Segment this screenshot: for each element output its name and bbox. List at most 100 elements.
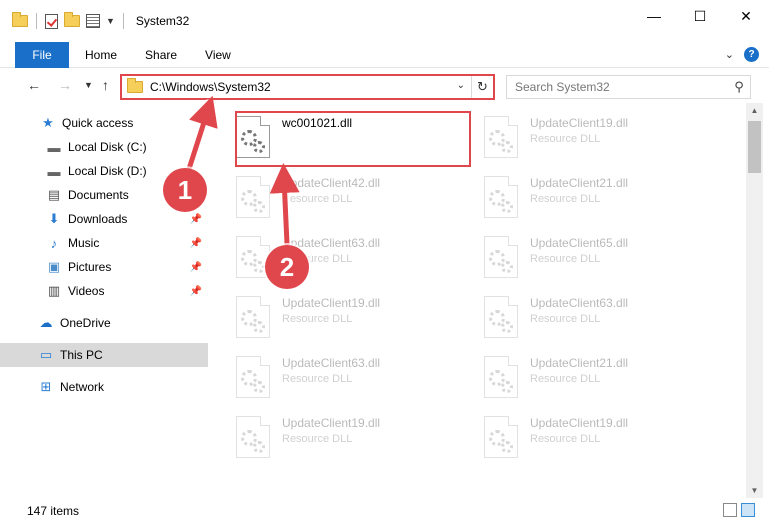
status-bar: 147 items <box>0 500 769 522</box>
file-name: UpdateClient21.dll <box>530 356 629 370</box>
scroll-thumb[interactable] <box>748 121 761 173</box>
file-item[interactable]: UpdateClient19.dll Resource DLL <box>222 292 452 342</box>
up-arrow-icon[interactable]: ↑ <box>102 77 109 93</box>
file-type: Resource DLL <box>530 313 601 325</box>
scroll-down-icon[interactable]: ▼ <box>746 483 763 498</box>
sidebar-item-network[interactable]: ⊞ Network <box>0 375 208 399</box>
pictures-icon: ▣ <box>47 259 61 274</box>
sidebar-item-label: OneDrive <box>60 316 111 330</box>
properties-check-icon[interactable] <box>45 13 58 29</box>
title-bar: ▼ System32 — ☐ ✕ <box>0 0 769 42</box>
computer-icon: ▭ <box>39 347 53 362</box>
sidebar-item-local-disk-c[interactable]: ▬ Local Disk (C:) <box>0 135 208 159</box>
large-icons-view-icon[interactable] <box>741 503 755 517</box>
sidebar-item-pictures[interactable]: ▣ Pictures 📌 <box>0 255 208 279</box>
drive-icon: ▬ <box>47 139 61 155</box>
sidebar-item-music[interactable]: ♪ Music 📌 <box>0 231 208 255</box>
vertical-scrollbar[interactable]: ▲ ▼ <box>746 103 763 498</box>
sidebar-item-label: Documents <box>68 188 129 202</box>
download-icon: ⬇ <box>48 211 60 226</box>
folder-icon[interactable] <box>12 12 28 27</box>
window-controls: — ☐ ✕ <box>631 0 769 32</box>
address-path[interactable]: C:\Windows\System32 <box>150 80 271 94</box>
tab-file[interactable]: File <box>15 41 69 68</box>
tab-home[interactable]: Home <box>71 42 131 68</box>
address-dropdown-icon[interactable]: ⌄ <box>457 80 465 91</box>
file-item[interactable]: UpdateClient63.dll Resource DLL <box>222 352 452 402</box>
maximize-button[interactable]: ☐ <box>677 0 723 32</box>
ribbon-tabs: File Home Share View ⌄ ? <box>0 41 769 68</box>
navigation-bar: ← → ▼ ↑ C:\Windows\System32 ⌄ ↻ Search S… <box>0 69 769 103</box>
dll-file-icon <box>236 176 270 218</box>
file-item[interactable]: UpdateClient21.dll Resource DLL <box>470 172 700 222</box>
folder-icon <box>127 78 143 93</box>
search-icon[interactable]: ⚲ <box>728 79 750 95</box>
close-button[interactable]: ✕ <box>723 0 769 32</box>
search-box[interactable]: Search System32 ⚲ <box>506 75 751 99</box>
pin-icon[interactable]: 📌 <box>190 262 202 273</box>
dll-file-icon <box>484 116 518 158</box>
refresh-icon[interactable]: ↻ <box>471 76 493 98</box>
star-icon: ★ <box>42 115 54 130</box>
minimize-button[interactable]: — <box>631 0 677 32</box>
sidebar-item-this-pc[interactable]: ▭ This PC <box>0 343 208 367</box>
file-type: Resource DLL <box>282 193 353 205</box>
file-item[interactable]: UpdateClient63.dll Resource DLL <box>222 232 452 282</box>
file-name: UpdateClient63.dll <box>530 296 629 310</box>
search-input[interactable]: Search System32 <box>515 80 728 94</box>
pin-icon[interactable]: 📌 <box>190 214 202 225</box>
ribbon-right-controls: ⌄ ? <box>725 47 759 62</box>
toolbar-separator <box>122 13 124 29</box>
file-type: Resource DLL <box>282 313 353 325</box>
sidebar-item-label: This PC <box>60 348 103 362</box>
dll-file-icon <box>236 296 270 338</box>
file-item[interactable]: UpdateClient65.dll Resource DLL <box>470 232 700 282</box>
details-view-icon[interactable] <box>723 503 737 517</box>
navigation-pane: ★ Quick access ▬ Local Disk (C:) ▬ Local… <box>0 108 210 498</box>
sidebar-item-label: Network <box>60 380 105 394</box>
customize-toolbar-dropdown-icon[interactable]: ▼ <box>106 16 115 26</box>
scroll-up-icon[interactable]: ▲ <box>746 103 763 118</box>
file-type: Resource DLL <box>530 193 601 205</box>
address-bar[interactable]: C:\Windows\System32 ⌄ ↻ <box>120 74 495 100</box>
expand-ribbon-icon[interactable]: ⌄ <box>725 48 734 61</box>
new-folder-icon[interactable] <box>64 12 80 27</box>
annotation-step-2-badge: 2 <box>265 245 309 289</box>
sidebar-item-label: Quick access <box>62 116 134 130</box>
properties-icon[interactable] <box>86 14 100 28</box>
file-item[interactable]: UpdateClient63.dll Resource DLL <box>470 292 700 342</box>
file-item[interactable]: UpdateClient19.dll Resource DLL <box>222 412 452 462</box>
recent-locations-chevron-icon[interactable]: ▼ <box>84 80 93 90</box>
sidebar-item-label: Videos <box>68 284 105 298</box>
pin-icon[interactable]: 📌 <box>190 286 202 297</box>
file-item[interactable]: UpdateClient42.dll Resource DLL <box>222 172 452 222</box>
tab-view[interactable]: View <box>191 42 245 68</box>
file-name: UpdateClient65.dll <box>530 236 629 250</box>
sidebar-item-quick-access[interactable]: ★ Quick access <box>0 111 208 135</box>
file-item[interactable]: UpdateClient19.dll Resource DLL <box>470 412 700 462</box>
file-item[interactable]: UpdateClient21.dll Resource DLL <box>470 352 700 402</box>
sidebar-item-label: Downloads <box>68 212 128 226</box>
tab-share[interactable]: Share <box>131 42 191 68</box>
file-item[interactable]: UpdateClient19.dll Resource DLL <box>470 112 700 162</box>
drive-icon: ▬ <box>47 163 61 179</box>
cloud-icon: ☁ <box>39 315 53 330</box>
network-icon: ⊞ <box>40 379 52 394</box>
file-name: UpdateClient21.dll <box>530 176 629 190</box>
file-type: Resource DLL <box>530 253 601 265</box>
sidebar-item-videos[interactable]: ▥ Videos 📌 <box>0 279 208 303</box>
dll-file-icon <box>484 236 518 278</box>
window-title: System32 <box>135 14 190 28</box>
pin-icon[interactable]: 📌 <box>190 238 202 249</box>
back-arrow-icon[interactable]: ← <box>27 77 41 93</box>
sidebar-item-onedrive[interactable]: ☁ OneDrive <box>0 311 208 335</box>
videos-icon: ▥ <box>47 283 61 298</box>
document-icon: ▤ <box>47 187 61 202</box>
dll-file-icon <box>484 296 518 338</box>
sidebar-item-label: Local Disk (C:) <box>68 140 147 154</box>
item-count: 147 items <box>27 504 80 518</box>
help-icon[interactable]: ? <box>744 47 759 62</box>
file-name: UpdateClient19.dll <box>282 296 381 310</box>
forward-arrow-icon[interactable]: → <box>58 77 72 93</box>
file-name: UpdateClient19.dll <box>530 116 629 130</box>
